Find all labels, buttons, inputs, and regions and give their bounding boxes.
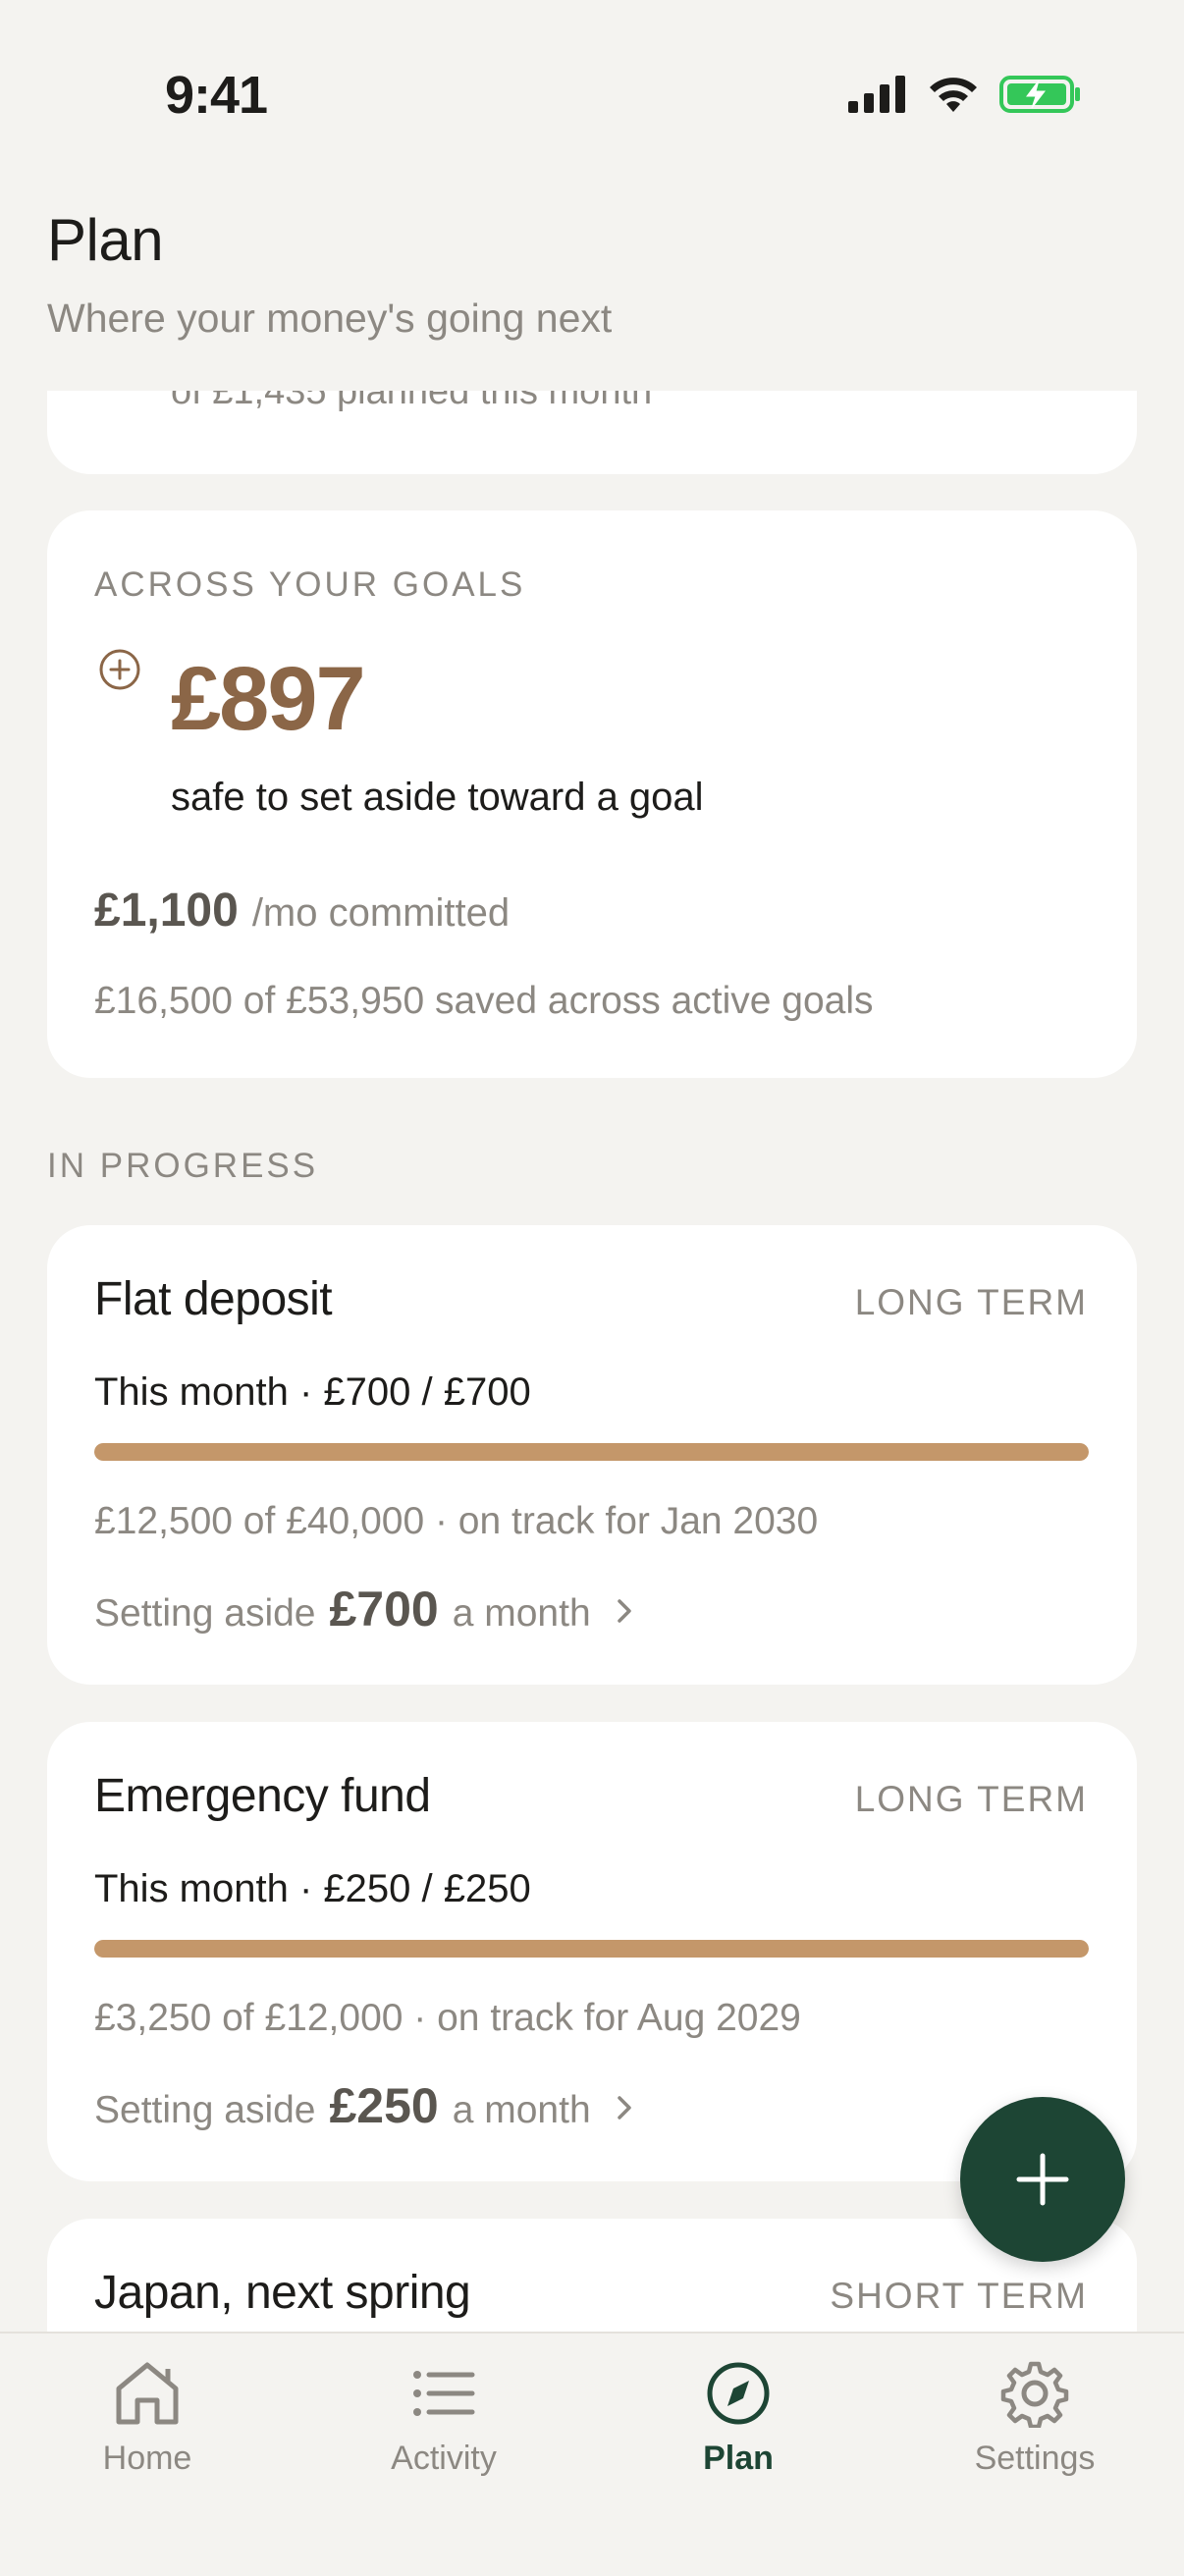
setting-aside-suffix: a month xyxy=(452,1592,591,1635)
tab-home[interactable]: Home xyxy=(49,2359,245,2478)
page-title: Plan xyxy=(47,207,164,273)
saved-across-goals: £16,500 of £53,950 saved across active g… xyxy=(94,980,874,1022)
committed-row: £1,100 /mo committed xyxy=(94,884,510,938)
goal-status: £12,500 of £40,000 · on track for Jan 20… xyxy=(94,1500,819,1542)
goal-card-japan-next-spring[interactable]: Japan, next spring SHORT TERM xyxy=(47,2219,1137,2332)
chevron-right-icon xyxy=(617,2096,631,2120)
goals-summary-eyebrow: ACROSS YOUR GOALS xyxy=(94,565,526,604)
tab-settings-label: Settings xyxy=(974,2440,1096,2477)
goals-summary-card: ACROSS YOUR GOALS £897 safe to set aside… xyxy=(47,510,1137,1078)
goal-status: £3,250 of £12,000 · on track for Aug 202… xyxy=(94,1997,801,2039)
goal-progress-fill xyxy=(94,1940,1089,1958)
setting-aside-row[interactable]: Setting aside £250 a month xyxy=(94,2077,634,2134)
setting-aside-row[interactable]: Setting aside £700 a month xyxy=(94,1581,634,1637)
goal-term-badge: LONG TERM xyxy=(854,1779,1088,1819)
plan-scroll-area[interactable]: of £1,435 planned this month ACROSS YOUR… xyxy=(0,391,1184,2332)
page-header: Plan Where your money's going next xyxy=(47,206,612,342)
status-time: 9:41 xyxy=(165,66,268,125)
battery-charging-icon xyxy=(999,76,1080,113)
committed-amount: £1,100 xyxy=(94,885,239,937)
goal-progress-bar xyxy=(94,1443,1089,1461)
tab-settings[interactable]: Settings xyxy=(937,2359,1133,2478)
page-subtitle: Where your money's going next xyxy=(47,295,613,341)
setting-aside-amount: £250 xyxy=(329,2078,439,2133)
safe-to-set-aside-amount: £897 xyxy=(171,649,366,749)
wifi-icon xyxy=(930,78,977,112)
goal-progress-bar xyxy=(94,1940,1089,1958)
cellular-signal-icon xyxy=(848,76,905,113)
safe-to-set-aside-caption: safe to set aside toward a goal xyxy=(171,776,704,819)
tab-bar: Home Activity Plan Settings xyxy=(0,2332,1184,2576)
tab-activity[interactable]: Activity xyxy=(346,2359,542,2478)
home-icon xyxy=(116,2362,179,2425)
committed-label: /mo committed xyxy=(251,891,511,935)
plus-icon xyxy=(1016,2153,1069,2206)
goal-card-flat-deposit[interactable]: Flat deposit LONG TERM This month · £700… xyxy=(47,1225,1137,1685)
plus-circle-icon xyxy=(99,649,140,690)
goal-progress-fill xyxy=(94,1443,1089,1461)
list-icon xyxy=(413,2371,475,2416)
setting-aside-prefix: Setting aside xyxy=(94,1592,316,1635)
goal-term-badge: LONG TERM xyxy=(854,1282,1088,1322)
goal-card-emergency-fund[interactable]: Emergency fund LONG TERM This month · £2… xyxy=(47,1722,1137,2181)
chevron-right-icon xyxy=(617,1599,631,1623)
tab-home-label: Home xyxy=(102,2440,192,2477)
compass-icon xyxy=(707,2362,770,2425)
add-goal-button[interactable] xyxy=(960,2097,1125,2262)
monthly-plan-caption: of £1,435 planned this month xyxy=(171,391,653,412)
setting-aside-suffix: a month xyxy=(452,2089,591,2131)
goal-term-badge: SHORT TERM xyxy=(830,2276,1088,2316)
status-bar: 9:41 xyxy=(0,0,1184,196)
tab-activity-label: Activity xyxy=(391,2440,497,2477)
tab-plan-label: Plan xyxy=(703,2440,774,2477)
goal-this-month: This month · £250 / £250 xyxy=(94,1867,531,1910)
monthly-plan-card[interactable]: of £1,435 planned this month xyxy=(47,391,1137,474)
gear-icon xyxy=(1000,2361,1069,2428)
status-icons xyxy=(848,75,1082,114)
goal-name: Japan, next spring xyxy=(94,2267,471,2319)
setting-aside-prefix: Setting aside xyxy=(94,2089,316,2131)
setting-aside-amount: £700 xyxy=(329,1582,439,1637)
goal-name: Flat deposit xyxy=(94,1273,333,1325)
goal-name: Emergency fund xyxy=(94,1770,431,1822)
goal-this-month: This month · £700 / £700 xyxy=(94,1370,531,1414)
in-progress-section-label: IN PROGRESS xyxy=(47,1147,319,1185)
tab-plan[interactable]: Plan xyxy=(640,2359,836,2478)
